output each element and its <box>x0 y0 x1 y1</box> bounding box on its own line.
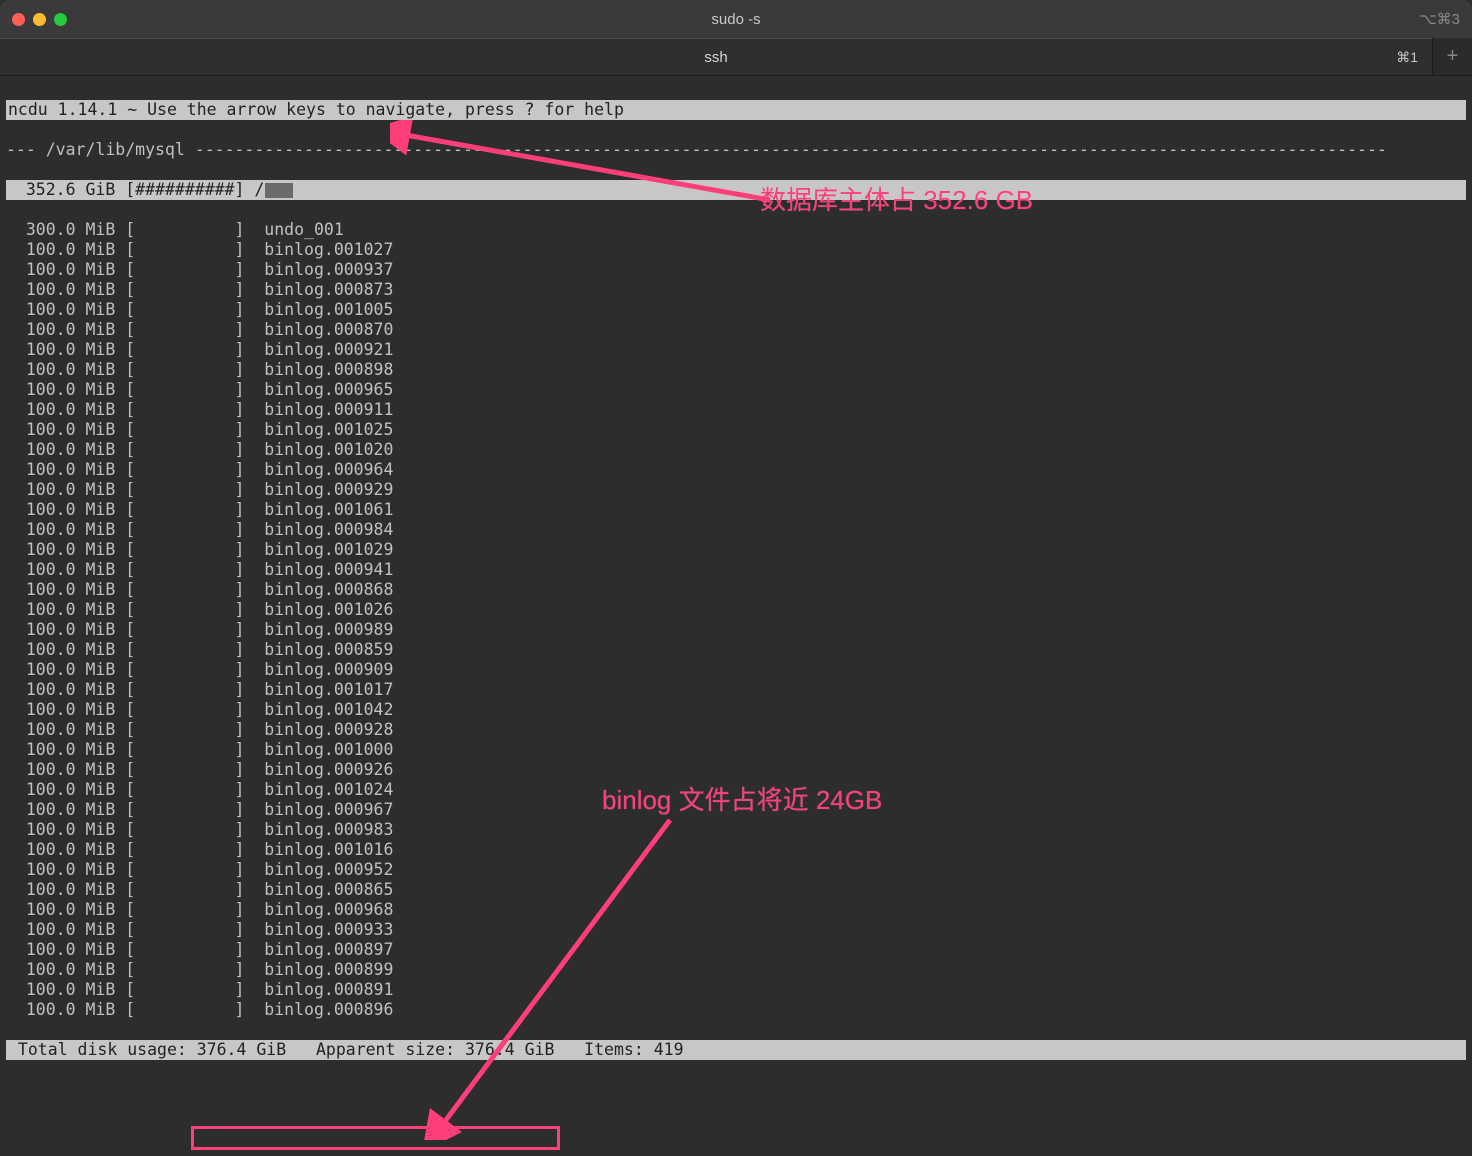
ncdu-row[interactable]: 100.0 MiB [ ] binlog.000929 <box>6 480 1466 500</box>
plus-icon: + <box>1447 45 1459 68</box>
ncdu-row[interactable]: 100.0 MiB [ ] binlog.000868 <box>6 580 1466 600</box>
ncdu-row[interactable]: 100.0 MiB [ ] binlog.000983 <box>6 820 1466 840</box>
ncdu-row[interactable]: 100.0 MiB [ ] binlog.001005 <box>6 300 1466 320</box>
terminal-output[interactable]: ncdu 1.14.1 ~ Use the arrow keys to navi… <box>0 76 1472 1064</box>
ncdu-row[interactable]: 100.0 MiB [ ] binlog.001027 <box>6 240 1466 260</box>
ncdu-row[interactable]: 100.0 MiB [ ] binlog.001016 <box>6 840 1466 860</box>
ncdu-row[interactable]: 100.0 MiB [ ] binlog.000933 <box>6 920 1466 940</box>
tab-shortcut: ⌘1 <box>1396 49 1418 66</box>
window-title: sudo -s <box>711 11 760 28</box>
ncdu-status-line: Total disk usage: 376.4 GiB Apparent siz… <box>6 1040 1466 1060</box>
ncdu-row[interactable]: 100.0 MiB [ ] binlog.001029 <box>6 540 1466 560</box>
ncdu-row[interactable]: 100.0 MiB [ ] binlog.000865 <box>6 880 1466 900</box>
ncdu-row[interactable]: 100.0 MiB [ ] binlog.000928 <box>6 720 1466 740</box>
row-size: 352.6 GiB <box>26 180 115 199</box>
row-bar: [##########] <box>125 180 244 199</box>
ncdu-row[interactable]: 100.0 MiB [ ] binlog.000899 <box>6 960 1466 980</box>
annotation-highlight-box <box>191 1126 560 1150</box>
ncdu-path-line: --- /var/lib/mysql ---------------------… <box>6 140 1466 160</box>
ncdu-selected-row[interactable]: 352.6 GiB [##########] / <box>6 180 1466 200</box>
ncdu-row[interactable]: 100.0 MiB [ ] binlog.000967 <box>6 800 1466 820</box>
ncdu-row[interactable]: 100.0 MiB [ ] binlog.000909 <box>6 660 1466 680</box>
ncdu-row[interactable]: 100.0 MiB [ ] binlog.000897 <box>6 940 1466 960</box>
ncdu-row[interactable]: 100.0 MiB [ ] binlog.001042 <box>6 700 1466 720</box>
new-tab-button[interactable]: + <box>1432 38 1472 75</box>
ncdu-row[interactable]: 100.0 MiB [ ] binlog.001026 <box>6 600 1466 620</box>
ncdu-row[interactable]: 100.0 MiB [ ] binlog.000859 <box>6 640 1466 660</box>
ncdu-row[interactable]: 100.0 MiB [ ] binlog.000941 <box>6 560 1466 580</box>
cursor-icon <box>265 183 293 198</box>
traffic-lights <box>12 13 67 26</box>
minimize-icon[interactable] <box>33 13 46 26</box>
ncdu-row[interactable]: 100.0 MiB [ ] binlog.001025 <box>6 420 1466 440</box>
window-titlebar: sudo -s ⌥⌘3 <box>0 0 1472 38</box>
ncdu-row[interactable]: 100.0 MiB [ ] binlog.001020 <box>6 440 1466 460</box>
ncdu-row[interactable]: 100.0 MiB [ ] binlog.000937 <box>6 260 1466 280</box>
ncdu-row[interactable]: 100.0 MiB [ ] binlog.000952 <box>6 860 1466 880</box>
ncdu-row[interactable]: 100.0 MiB [ ] binlog.000911 <box>6 400 1466 420</box>
ncdu-row[interactable]: 100.0 MiB [ ] binlog.000896 <box>6 1000 1466 1020</box>
ncdu-row[interactable]: 100.0 MiB [ ] binlog.000968 <box>6 900 1466 920</box>
ncdu-row[interactable]: 100.0 MiB [ ] binlog.001024 <box>6 780 1466 800</box>
ncdu-row[interactable]: 100.0 MiB [ ] binlog.001017 <box>6 680 1466 700</box>
ncdu-row[interactable]: 100.0 MiB [ ] binlog.001061 <box>6 500 1466 520</box>
apparent-size: 376.4 GiB <box>465 1040 554 1059</box>
ncdu-row[interactable]: 100.0 MiB [ ] binlog.000965 <box>6 380 1466 400</box>
ncdu-row[interactable]: 100.0 MiB [ ] binlog.000921 <box>6 340 1466 360</box>
ncdu-row[interactable]: 100.0 MiB [ ] binlog.000964 <box>6 460 1466 480</box>
ncdu-row[interactable]: 100.0 MiB [ ] binlog.001000 <box>6 740 1466 760</box>
tab-ssh[interactable]: ssh ⌘1 <box>0 38 1432 75</box>
ncdu-row[interactable]: 100.0 MiB [ ] binlog.000926 <box>6 760 1466 780</box>
ncdu-row[interactable]: 100.0 MiB [ ] binlog.000989 <box>6 620 1466 640</box>
close-icon[interactable] <box>12 13 25 26</box>
ncdu-row[interactable]: 100.0 MiB [ ] binlog.000873 <box>6 280 1466 300</box>
ncdu-row[interactable]: 100.0 MiB [ ] binlog.000898 <box>6 360 1466 380</box>
zoom-icon[interactable] <box>54 13 67 26</box>
window-shortcut-badge: ⌥⌘3 <box>1419 10 1460 28</box>
tab-bar: ssh ⌘1 + <box>0 38 1472 76</box>
ncdu-row[interactable]: 100.0 MiB [ ] binlog.000891 <box>6 980 1466 1000</box>
ncdu-header: ncdu 1.14.1 ~ Use the arrow keys to navi… <box>6 100 1466 120</box>
row-name: / <box>254 180 264 199</box>
ncdu-row[interactable]: 100.0 MiB [ ] binlog.000870 <box>6 320 1466 340</box>
ncdu-current-path: /var/lib/mysql <box>46 140 185 159</box>
total-disk-usage: 376.4 GiB <box>197 1040 286 1059</box>
tab-label: ssh <box>704 49 727 66</box>
ncdu-row[interactable]: 100.0 MiB [ ] binlog.000984 <box>6 520 1466 540</box>
ncdu-row[interactable]: 300.0 MiB [ ] undo_001 <box>6 220 1466 240</box>
